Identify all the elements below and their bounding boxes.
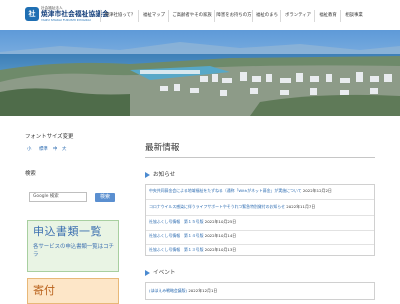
logo-mark-icon: 社 <box>25 7 39 21</box>
font-size-medium[interactable]: 中 <box>53 146 57 154</box>
nav-item-disability[interactable]: 障害をお持ちの方 <box>214 10 253 22</box>
site-logo[interactable]: 社 社会福祉法人 焼津市社会福祉協議会 YAIZU SHAKAI FUKUSHI… <box>25 6 109 26</box>
nav-item-education[interactable]: 福祉教育 <box>314 10 341 22</box>
nav-item-about[interactable]: 焼津社協って？ <box>100 10 139 22</box>
notice-link[interactable]: 中央共同募金会による地域福祉をたずねる（通称「Withがネット募金」が実施につい… <box>149 188 302 193</box>
list-item[interactable]: 社協ふくし号情報 第１４号版 2022年10月14日 <box>149 231 373 241</box>
nav-item-consultation[interactable]: 相談事業 <box>340 10 367 22</box>
notice-link[interactable]: 社協ふくし号情報 第１３号版 <box>149 247 203 252</box>
search-section-title: 検索 <box>25 171 36 177</box>
font-size-normal[interactable]: 標準 <box>39 146 48 154</box>
event-category-heading: イベント <box>145 269 375 277</box>
latest-news-title: 最新情報 <box>145 143 180 153</box>
notice-link[interactable]: 社協ふくし号情報 第１５号版 <box>149 219 203 224</box>
triangle-bullet-icon <box>145 172 150 178</box>
nav-item-label: 焼津社協って？ <box>104 13 136 18</box>
nav-item-label: 障害をお持ちの方 <box>216 13 252 18</box>
notice-link[interactable]: 社協ふくし号情報 第１４号版 <box>149 233 203 238</box>
notice-link[interactable]: コロナウイルス感染に伴うライフサポートやそうれつ緊急特別貸付のお知らせ <box>149 204 285 209</box>
event-list: (ほほえみ戦略会議版) 2022年12月1日 <box>145 282 375 300</box>
notice-date: 2022年12月2日 <box>302 188 332 193</box>
notice-category-heading: お知らせ <box>145 171 375 179</box>
nav-item-label: 福祉マップ <box>143 13 165 18</box>
notice-date: 2022年10月14日 <box>204 233 237 238</box>
logo-org-roman: YAIZU SHAKAI FUKUSHI KYOGIKAI <box>41 18 91 22</box>
list-item[interactable]: (ほほえみ戦略会議版) 2022年12月1日 <box>149 286 373 296</box>
application-forms-subtitle: 各サービスの申込書類一覧はコチラ <box>33 244 114 258</box>
donation-title: 寄付 <box>33 284 55 297</box>
list-item[interactable]: 中央共同募金会による地域福祉をたずねる（通称「Withがネット募金」が実施につい… <box>149 186 373 196</box>
divider <box>145 157 375 158</box>
nav-item-label: 福祉のまち <box>256 13 278 18</box>
notice-date: 2022年10月25日 <box>204 219 237 224</box>
list-item[interactable]: 社協ふくし号情報 第１３号版 2022年10月13日 <box>149 245 373 255</box>
nav-item-elderly[interactable]: ご高齢者やその家族 <box>168 10 215 22</box>
list-item[interactable]: 社協ふくし号情報 第１５号版 2022年10月25日 <box>149 217 373 227</box>
list-item[interactable]: コロナウイルス感染に伴うライフサポートやそうれつ緊急特別貸付のお知らせ 2022… <box>149 202 373 212</box>
divider <box>146 199 374 200</box>
event-category-label: イベント <box>153 270 176 276</box>
event-date: 2022年12月1日 <box>188 288 218 293</box>
nav-item-label: ボランティア <box>284 13 312 18</box>
global-nav: 焼津社協って？ 福祉マップ ご高齢者やその家族 障害をお持ちの方 福祉のまち ボ… <box>100 10 400 22</box>
nav-item-volunteer[interactable]: ボランティア <box>280 10 315 22</box>
triangle-bullet-icon <box>145 270 150 276</box>
logo-org-name: 焼津市社会福祉協議会 <box>41 10 109 18</box>
nav-item-town[interactable]: 福祉のまち <box>252 10 281 22</box>
font-size-small[interactable]: 小 <box>27 146 31 154</box>
notice-category-label: お知らせ <box>153 172 176 178</box>
font-size-section-title: フォントサイズ変更 <box>25 134 74 140</box>
event-link[interactable]: (ほほえみ戦略会議版) <box>149 288 187 293</box>
site-header: 社 社会福祉法人 焼津市社会福祉協議会 YAIZU SHAKAI FUKUSHI… <box>0 0 400 30</box>
donation-banner[interactable]: 寄付 <box>27 278 119 304</box>
search-input[interactable]: Google 検索 <box>29 192 87 202</box>
notice-list: 中央共同募金会による地域福祉をたずねる（通称「Withがネット募金」が実施につい… <box>145 184 375 256</box>
divider <box>146 215 374 216</box>
nav-item-label: ご高齢者やその家族 <box>172 13 212 18</box>
application-forms-banner[interactable]: 申込書類一覧 各サービスの申込書類一覧はコチラ <box>27 220 119 272</box>
nav-item-map[interactable]: 福祉マップ <box>138 10 169 22</box>
nav-item-label: 相談事業 <box>345 13 363 18</box>
font-size-large[interactable]: 大 <box>62 146 66 154</box>
hero-image <box>0 30 400 116</box>
nav-item-label: 福祉教育 <box>319 13 337 18</box>
hero-cityscape-image <box>0 30 400 116</box>
notice-date: 2022年11月7日 <box>286 204 316 209</box>
search-button[interactable]: 検索 <box>95 193 115 202</box>
font-size-switcher: 小 標準 中 大 <box>25 146 123 154</box>
application-forms-title: 申込書類一覧 <box>33 225 102 238</box>
notice-date: 2022年10月13日 <box>204 247 237 252</box>
